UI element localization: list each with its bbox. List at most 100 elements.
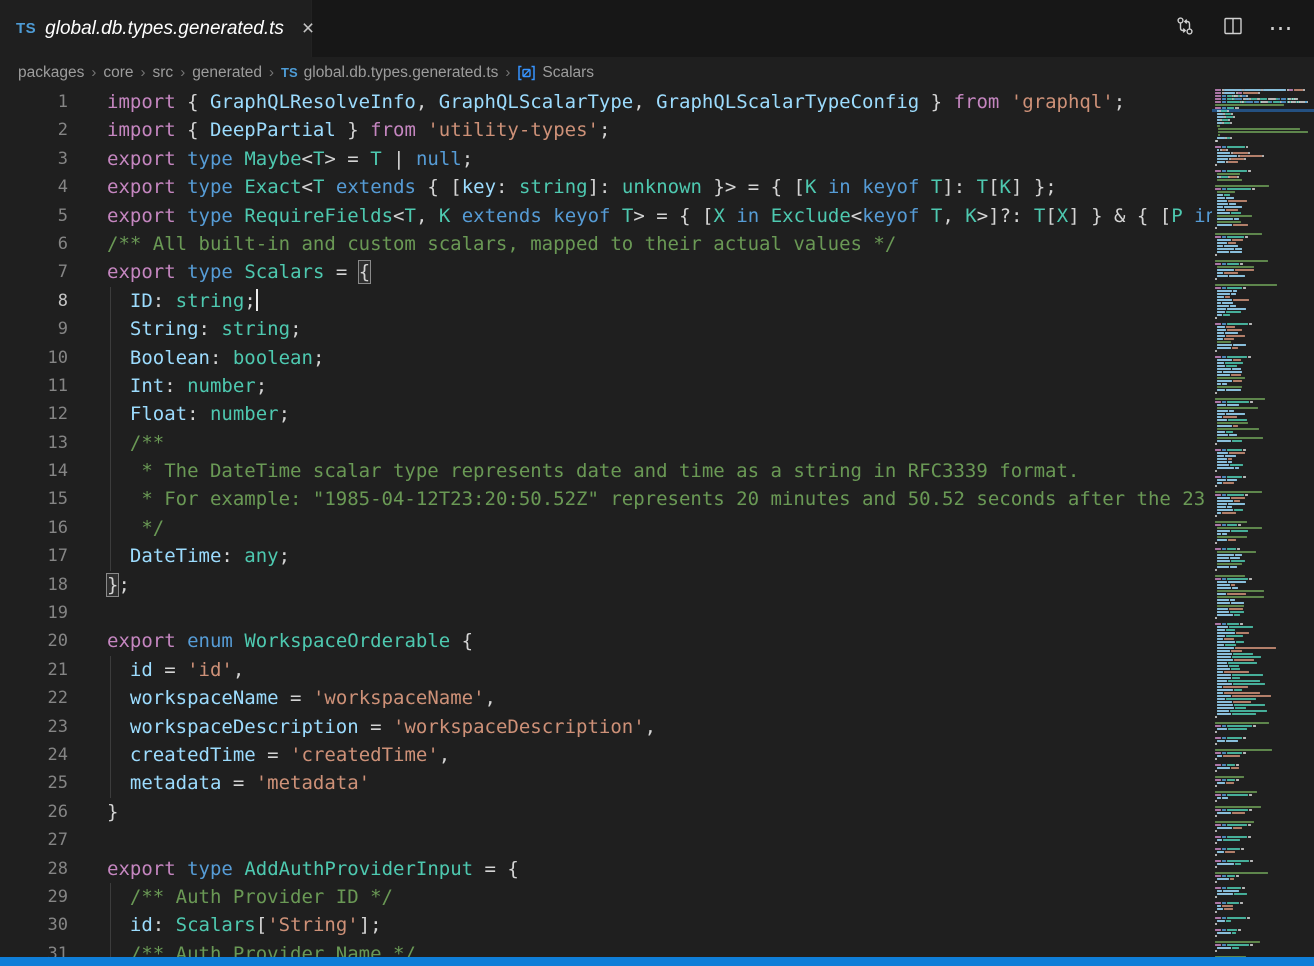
- split-editor-button[interactable]: [1216, 12, 1250, 46]
- minimap-token: [1217, 566, 1229, 568]
- breadcrumb-label: global.db.types.generated.ts: [304, 64, 499, 82]
- minimap-token: [1217, 644, 1224, 646]
- minimap-token: [1227, 902, 1239, 904]
- minimap-token: [1217, 191, 1235, 193]
- code-token: :: [210, 347, 233, 369]
- minimap-token: [1234, 218, 1239, 220]
- breadcrumb-item-scalars[interactable]: Scalars: [517, 64, 594, 82]
- code-token: [416, 119, 427, 141]
- minimap-token: [1234, 689, 1242, 691]
- minimap-token: [1225, 332, 1238, 334]
- minimap-token: [1217, 383, 1221, 385]
- minimap-token: [1217, 614, 1233, 616]
- code-token: Int: [130, 375, 164, 397]
- code-line[interactable]: 10 Boolean: boolean;: [0, 344, 1212, 372]
- code-line[interactable]: 11 Int: number;: [0, 372, 1212, 400]
- more-actions-button[interactable]: ⋯: [1264, 12, 1298, 46]
- minimap-token: [1247, 917, 1250, 919]
- code-line[interactable]: 3export type Maybe<T> = T | null;: [0, 145, 1212, 173]
- code-line[interactable]: 12 Float: number;: [0, 400, 1212, 428]
- minimap-token: [1217, 302, 1221, 304]
- code-line[interactable]: 27: [0, 826, 1212, 854]
- line-number: 4: [0, 173, 68, 201]
- code-token: ,: [942, 205, 965, 227]
- code-line[interactable]: 14 * The DateTime scalar type represents…: [0, 457, 1212, 485]
- minimap-token: [1248, 836, 1251, 838]
- minimap-token: [1226, 431, 1233, 433]
- code-line[interactable]: 30 id: Scalars['String'];: [0, 911, 1212, 939]
- code-line[interactable]: 9 String: string;: [0, 315, 1212, 343]
- code-token: 'utility-types': [427, 119, 599, 141]
- minimap-token: [1222, 146, 1226, 148]
- close-tab-button[interactable]: ×: [298, 16, 318, 41]
- code-line[interactable]: 22 workspaceName = 'workspaceName',: [0, 684, 1212, 712]
- code-line[interactable]: 25 metadata = 'metadata': [0, 769, 1212, 797]
- code-line[interactable]: 26}: [0, 798, 1212, 826]
- code-line[interactable]: 6/** All built-in and custom scalars, ma…: [0, 230, 1212, 258]
- code-line[interactable]: 8 ID: string;: [0, 287, 1212, 315]
- open-changes-button[interactable]: [1168, 12, 1202, 46]
- code-token: unknown: [622, 176, 702, 198]
- typescript-file-icon: TS: [16, 20, 36, 37]
- code-line[interactable]: 15 * For example: "1985-04-12T23:20:50.5…: [0, 485, 1212, 513]
- code-token: 'workspaceName': [313, 687, 485, 709]
- code-line[interactable]: 29 /** Auth Provider ID */: [0, 883, 1212, 911]
- minimap-token: [1223, 482, 1234, 484]
- minimap-token: [1235, 269, 1254, 271]
- minimap[interactable]: [1212, 88, 1314, 966]
- code-line[interactable]: 18};: [0, 571, 1212, 599]
- breadcrumb-item-global-db-types-generated-ts[interactable]: TSglobal.db.types.generated.ts: [281, 64, 498, 82]
- code-token: 'createdTime': [290, 744, 439, 766]
- minimap-token: [1217, 212, 1230, 214]
- minimap-token: [1217, 599, 1229, 601]
- breadcrumb-item-generated[interactable]: generated: [192, 64, 262, 82]
- code-line[interactable]: 19: [0, 599, 1212, 627]
- minimap-token: [1227, 779, 1235, 781]
- code-line[interactable]: 24 createdTime = 'createdTime',: [0, 741, 1212, 769]
- minimap-token: [1217, 659, 1233, 661]
- code-token: ];: [359, 914, 382, 936]
- minimap-token: [1253, 725, 1256, 727]
- minimap-token: [1215, 776, 1244, 778]
- code-line[interactable]: 17 DateTime: any;: [0, 542, 1212, 570]
- minimap-token: [1217, 158, 1228, 160]
- minimap-token: [1217, 329, 1226, 331]
- code-token: T: [977, 176, 988, 198]
- code-token: Exclude: [771, 205, 851, 227]
- code-line[interactable]: 5export type RequireFields<T, K extends …: [0, 202, 1212, 230]
- code-line[interactable]: 21 id = 'id',: [0, 656, 1212, 684]
- minimap-token: [1217, 344, 1232, 346]
- minimap-token: [1217, 368, 1231, 370]
- minimap-token: [1243, 287, 1246, 289]
- minimap-token: [1215, 911, 1217, 913]
- code-line[interactable]: 16 */: [0, 514, 1212, 542]
- tab-global-db-types-generated-ts[interactable]: TS global.db.types.generated.ts ×: [0, 0, 312, 57]
- code-token: }: [336, 119, 370, 141]
- code-line[interactable]: 28export type AddAuthProviderInput = {: [0, 855, 1212, 883]
- code-line[interactable]: 2import { DeepPartial } from 'utility-ty…: [0, 116, 1212, 144]
- breadcrumb-item-src[interactable]: src: [153, 64, 174, 82]
- minimap-token: [1225, 851, 1235, 853]
- minimap-token: [1217, 728, 1227, 730]
- code-token: type: [187, 176, 233, 198]
- minimap-token: [1250, 860, 1253, 862]
- code-line[interactable]: 4export type Exact<T extends { [key: str…: [0, 173, 1212, 201]
- code-line[interactable]: 7export type Scalars = {: [0, 258, 1212, 286]
- code-line[interactable]: 1import { GraphQLResolveInfo, GraphQLSca…: [0, 88, 1212, 116]
- code-line[interactable]: 13 /**: [0, 429, 1212, 457]
- code-line[interactable]: 20export enum WorkspaceOrderable {: [0, 627, 1212, 655]
- breadcrumb-item-packages[interactable]: packages: [18, 64, 84, 82]
- minimap-token: [1217, 314, 1222, 316]
- minimap-token: [1217, 482, 1222, 484]
- minimap-token: [1222, 902, 1226, 904]
- code-token: =: [153, 659, 187, 681]
- minimap-token: [1217, 590, 1264, 592]
- breadcrumb-item-core[interactable]: core: [103, 64, 133, 82]
- minimap-token: [1233, 701, 1251, 703]
- code-token: ,: [645, 716, 656, 738]
- minimap-token: [1215, 815, 1217, 817]
- code-area[interactable]: 1import { GraphQLResolveInfo, GraphQLSca…: [0, 88, 1212, 966]
- code-line[interactable]: 23 workspaceDescription = 'workspaceDesc…: [0, 713, 1212, 741]
- code-token: :: [199, 318, 222, 340]
- minimap-token: [1303, 89, 1305, 91]
